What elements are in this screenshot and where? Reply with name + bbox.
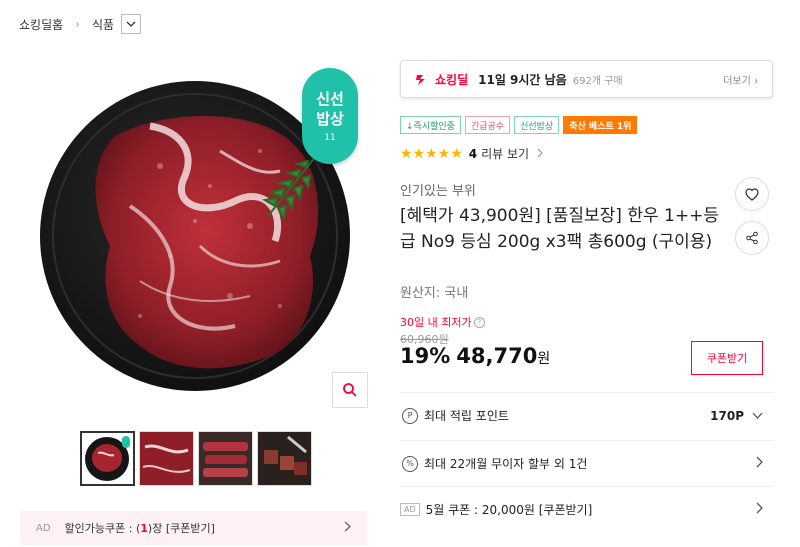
monthly-coupon-text: 5월 쿠폰 : 20,000원 [쿠폰받기] (425, 503, 593, 517)
coupon-text-before: 할인가능쿠폰 : ( (64, 522, 141, 535)
points-row[interactable]: P 최대 적립 포인트 170P (400, 392, 773, 438)
chevron-down-icon[interactable] (121, 14, 142, 34)
points-value: 170P (710, 408, 744, 423)
chevron-right-icon (344, 521, 351, 535)
tag-fresh-table: 신선밥상 (514, 116, 560, 134)
share-icon (746, 231, 758, 245)
chevron-right-icon (537, 147, 543, 161)
category-select[interactable]: 식품 (91, 14, 142, 34)
points-label: 최대 적립 포인트 (424, 409, 509, 423)
ad-label: AD (400, 503, 420, 516)
lowest-price-label: 30일 내 최저가 ? (400, 314, 485, 330)
shocking-deal-logo-icon (416, 75, 425, 85)
percent-icon: % (402, 455, 418, 472)
discount-rate: 19% (400, 344, 451, 368)
heart-icon (745, 187, 759, 201)
wishlist-button[interactable] (735, 177, 769, 211)
sale-price: 48,770 (456, 344, 538, 368)
star-rating-icon: ★★★★★ (400, 145, 463, 162)
rating[interactable]: ★★★★★ 4 리뷰 보기 (400, 145, 543, 162)
installment-text: 최대 22개월 무이자 할부 외 1건 (424, 457, 588, 471)
time-remaining: 11일 9시간 남음 (478, 72, 567, 87)
coupon-bar[interactable]: AD 할인가능쿠폰 : (1)장 [쿠폰받기] (20, 511, 367, 545)
breadcrumb-home[interactable]: 쇼킹딜홈 (19, 16, 63, 33)
get-coupon-button[interactable]: 쿠폰받기 (691, 341, 763, 375)
search-icon (343, 383, 357, 397)
tag-instant-discount: ↓즉시할인중 (400, 116, 461, 134)
tag-best-seller: 축산 베스트 1위 (563, 116, 638, 134)
thumbnail-3[interactable] (198, 431, 253, 486)
product-title: [혜택가 43,900원] [품질보장] 한우 1++등급 No9 등심 200… (400, 206, 719, 252)
category-label: 식품 (91, 17, 115, 32)
price-unit: 원 (537, 351, 551, 367)
more-link[interactable]: 더보기 › (723, 72, 758, 87)
coupon-count: 1 (140, 521, 148, 535)
product-origin: 원산지: 국내 (400, 286, 469, 301)
price: 19% 48,770 원 (400, 344, 550, 368)
zoom-button[interactable] (332, 372, 368, 408)
tag-list: ↓즉시할인중 긴급공수 신선밥상 축산 베스트 1위 (400, 116, 638, 134)
breadcrumb: 쇼킹딜홈 › 식품 (19, 12, 142, 36)
points-value-wrap: 170P (710, 409, 763, 423)
chevron-right-icon: › (75, 17, 80, 31)
chevron-right-icon (756, 456, 763, 471)
review-link[interactable]: 리뷰 보기 (481, 145, 529, 162)
shocking-deal-box: 쇼킹딜 11일 9시간 남음 692개 구매 더보기 › (400, 60, 773, 98)
thumbnail-1[interactable] (80, 431, 135, 486)
points-icon: P (402, 407, 418, 424)
installment-row[interactable]: % 최대 22개월 무이자 할부 외 1건 (400, 440, 773, 486)
shocking-deal-logo: 쇼킹딜 (435, 72, 469, 87)
thumbnail-4[interactable] (257, 431, 312, 486)
purchase-count: 692개 구매 (572, 75, 623, 87)
product-category: 인기있는 부위 (400, 184, 476, 199)
fresh-table-badge: 신선 밥상 11 (302, 68, 358, 164)
help-icon[interactable]: ? (473, 316, 485, 328)
review-count: 4 (468, 146, 478, 161)
product-main-image[interactable]: 신선 밥상 11 (20, 56, 370, 416)
chevron-right-icon (756, 502, 763, 517)
share-button[interactable] (735, 221, 769, 255)
coupon-text-after: )장 [쿠폰받기] (147, 522, 215, 535)
thumbnail-list (80, 431, 312, 486)
thumbnail-2[interactable] (139, 431, 194, 486)
ad-label: AD (36, 522, 51, 534)
chevron-down-icon (752, 412, 763, 419)
monthly-coupon-row[interactable]: AD 5월 쿠폰 : 20,000원 [쿠폰받기] (400, 486, 773, 532)
tag-urgent-airlift: 긴급공수 (464, 116, 511, 134)
